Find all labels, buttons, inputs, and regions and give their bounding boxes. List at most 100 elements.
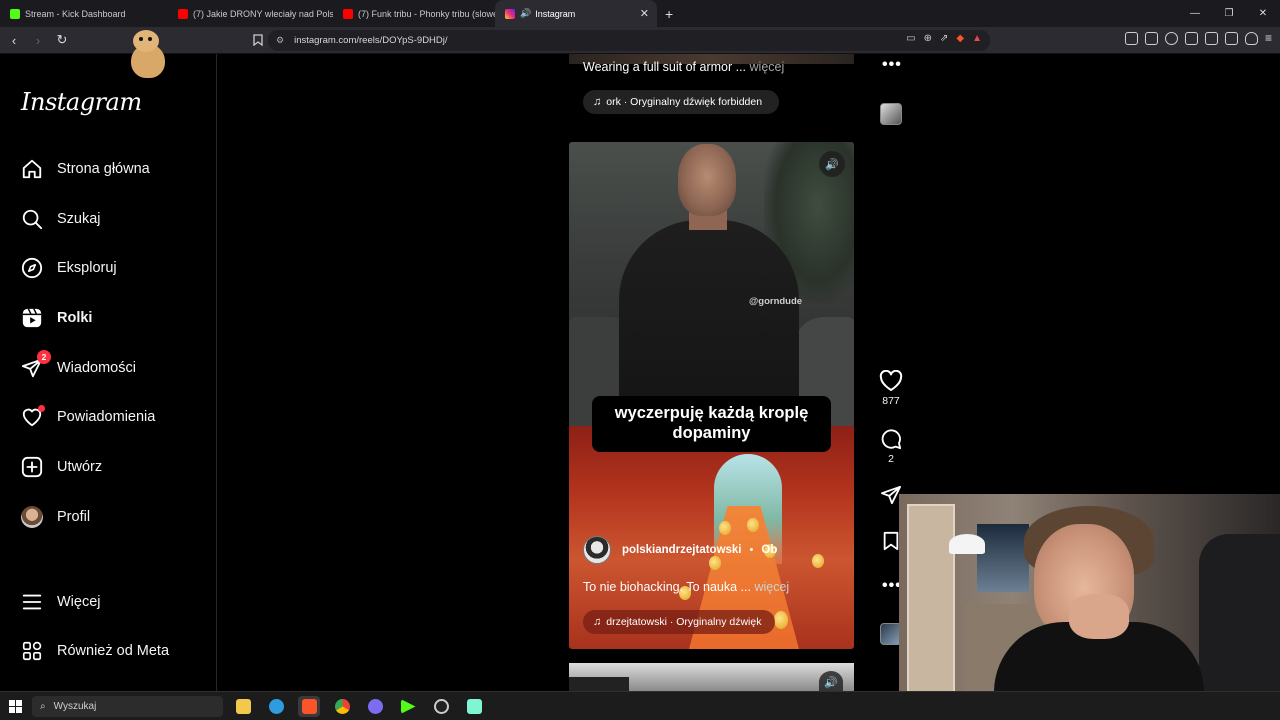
caption-text: To nie biohacking. To nauka ... xyxy=(583,580,751,594)
author-avatar[interactable] xyxy=(583,536,611,564)
sidebar-item-create[interactable]: Utwórz xyxy=(20,452,200,482)
previous-reel-audio-thumbnail[interactable] xyxy=(880,103,902,125)
sidebar-item-label: Profil xyxy=(57,509,91,525)
like-count: 877 xyxy=(882,395,900,407)
restore-icon[interactable]: ❐ xyxy=(1212,0,1246,27)
obs-icon[interactable] xyxy=(430,696,452,717)
more-link[interactable]: więcej xyxy=(754,580,789,594)
brave-rewards-icon[interactable]: ▲ xyxy=(972,33,982,44)
next-reel-volume-icon[interactable]: 🔊 xyxy=(819,671,843,693)
chrome-icon[interactable] xyxy=(331,696,353,717)
subtitle-line: wyczerpuję każdą kroplę xyxy=(614,404,809,422)
browser-menu-icon[interactable]: ≡ xyxy=(1265,32,1272,45)
sidebar-item-label: Więcej xyxy=(57,594,101,610)
tab-youtube-drony[interactable]: (7) Jakie DRONY wleciały nad Polskę xyxy=(168,0,333,27)
wallet-icon[interactable] xyxy=(1144,32,1158,45)
edge-icon[interactable] xyxy=(265,696,287,717)
next-reel-video[interactable] xyxy=(569,663,854,691)
url-field[interactable]: ⚙ instagram.com/reels/DOYpS-9DHDj/ ▭ ⊕ ⇗… xyxy=(268,30,990,51)
like-heart-icon[interactable] xyxy=(879,370,903,392)
brave-icon[interactable] xyxy=(298,696,320,717)
instagram-logo[interactable]: Instagram xyxy=(21,88,142,116)
back-icon[interactable]: ‹ xyxy=(4,30,24,50)
sidebar-item-explore[interactable]: Eksploruj xyxy=(20,253,200,283)
sidebar-item-label: Utwórz xyxy=(57,459,103,475)
follow-button[interactable]: Ob xyxy=(761,544,777,556)
shield-icon[interactable] xyxy=(1244,32,1258,45)
tab-title: (7) Funk tribu - Phonky tribu (slowed xyxy=(358,8,495,19)
reels-icon xyxy=(20,306,44,330)
music-note-icon: ♫ xyxy=(593,616,602,628)
discord-icon[interactable] xyxy=(364,696,386,717)
bookmark-icon[interactable] xyxy=(248,30,268,50)
previous-reel-audio[interactable]: ♫ ork · Oryginalny dźwięk forbidden xyxy=(583,90,779,114)
sidebar-item-label: Szukaj xyxy=(57,211,101,227)
bookmark-save-icon[interactable] xyxy=(882,531,900,551)
sidebar-item-profile[interactable]: Profil xyxy=(20,502,200,532)
youtube-favicon-icon xyxy=(178,8,188,19)
volume-toggle-icon[interactable]: 🔊 xyxy=(819,151,845,177)
reel-caption[interactable]: To nie biohacking. To nauka ... więcej xyxy=(583,580,789,594)
close-tab-icon[interactable]: ✕ xyxy=(640,7,649,20)
leo-ai-icon[interactable] xyxy=(1224,32,1238,45)
like-action[interactable]: 877 xyxy=(877,370,905,407)
browser-tab-bar: Stream - Kick Dashboard (7) Jakie DRONY … xyxy=(0,0,1280,27)
sidebar-item-label: Eksploruj xyxy=(57,260,117,276)
reel-audio[interactable]: ♫ drzejtatowski · Oryginalny dźwięk xyxy=(583,610,775,634)
sidebar-item-messages[interactable]: 2 Wiadomości xyxy=(20,350,200,383)
url-text: instagram.com/reels/DOYpS-9DHDj/ xyxy=(294,35,448,46)
sidebar-item-more[interactable]: Więcej xyxy=(20,587,200,617)
search-placeholder: Wyszukaj xyxy=(53,701,97,712)
sidebar-item-label: Powiadomienia xyxy=(57,409,156,425)
instagram-favicon-icon xyxy=(505,8,515,19)
site-settings-icon[interactable]: ⚙ xyxy=(276,35,284,46)
extensions-toolbar: ≡ xyxy=(1124,32,1272,45)
previous-reel-more-options-icon[interactable]: ••• xyxy=(882,56,902,74)
home-icon xyxy=(20,157,44,181)
taskbar-search-box[interactable]: ⌕ Wyszukaj xyxy=(32,696,223,717)
sidebar-item-reels[interactable]: Rolki xyxy=(20,303,200,333)
reload-icon[interactable]: ↻ xyxy=(52,30,72,50)
separator-dot: • xyxy=(749,544,754,556)
hamster-sticker xyxy=(127,30,167,80)
comment-action[interactable]: 2 xyxy=(877,428,905,465)
search-icon: ⌕ xyxy=(40,701,46,712)
taskbar-apps xyxy=(232,696,485,717)
new-tab-button[interactable]: + xyxy=(665,6,673,22)
more-link[interactable]: więcej xyxy=(750,60,785,74)
streamlabs-icon[interactable] xyxy=(463,696,485,717)
sidebar-toggle-icon[interactable] xyxy=(1184,32,1198,45)
sidebar-item-label: Strona główna xyxy=(57,161,150,177)
share-icon[interactable]: ⇗ xyxy=(940,33,948,44)
brave-shields-icon[interactable]: ◆ xyxy=(956,33,964,44)
cast-icon[interactable]: ▭ xyxy=(906,33,915,44)
author-username[interactable]: polskiandrzejtatowski xyxy=(622,544,742,556)
vpn-icon[interactable] xyxy=(1204,32,1218,45)
sidebar-item-search[interactable]: Szukaj xyxy=(20,204,200,234)
reel-subtitle: wyczerpuję każdą kroplę dopaminy xyxy=(592,396,831,452)
tab-youtube-funk[interactable]: (7) Funk tribu - Phonky tribu (slowed xyxy=(333,0,495,27)
notification-badge: 2 xyxy=(37,350,51,364)
windows-start-icon[interactable] xyxy=(9,700,22,713)
messages-icon: 2 xyxy=(20,350,51,380)
media-icon[interactable] xyxy=(1164,32,1178,45)
sidebar-item-home[interactable]: Strona główna xyxy=(20,154,200,184)
extensions-icon[interactable] xyxy=(1124,32,1138,45)
close-window-icon[interactable]: ✕ xyxy=(1246,0,1280,27)
profile-avatar xyxy=(20,505,44,529)
minimize-icon[interactable]: — xyxy=(1178,0,1212,27)
compass-icon xyxy=(20,256,44,280)
unread-dot xyxy=(38,405,45,412)
tab-instagram[interactable]: 🔊 Instagram ✕ xyxy=(495,0,657,27)
zoom-icon[interactable]: ⊕ xyxy=(924,33,932,44)
kick-icon[interactable] xyxy=(397,696,419,717)
tab-kick-dashboard[interactable]: Stream - Kick Dashboard xyxy=(0,0,168,27)
forward-icon[interactable]: › xyxy=(28,30,48,50)
sidebar-item-also-from-meta[interactable]: Również od Meta xyxy=(20,636,200,666)
speaker-icon[interactable]: 🔊 xyxy=(520,8,531,19)
previous-reel-caption[interactable]: Wearing a full suit of armor ... więcej xyxy=(583,60,784,74)
music-note-icon: ♫ xyxy=(593,96,602,108)
sidebar-item-notifications[interactable]: Powiadomienia xyxy=(20,402,200,432)
comment-icon[interactable] xyxy=(879,428,903,450)
file-explorer-icon[interactable] xyxy=(232,696,254,717)
